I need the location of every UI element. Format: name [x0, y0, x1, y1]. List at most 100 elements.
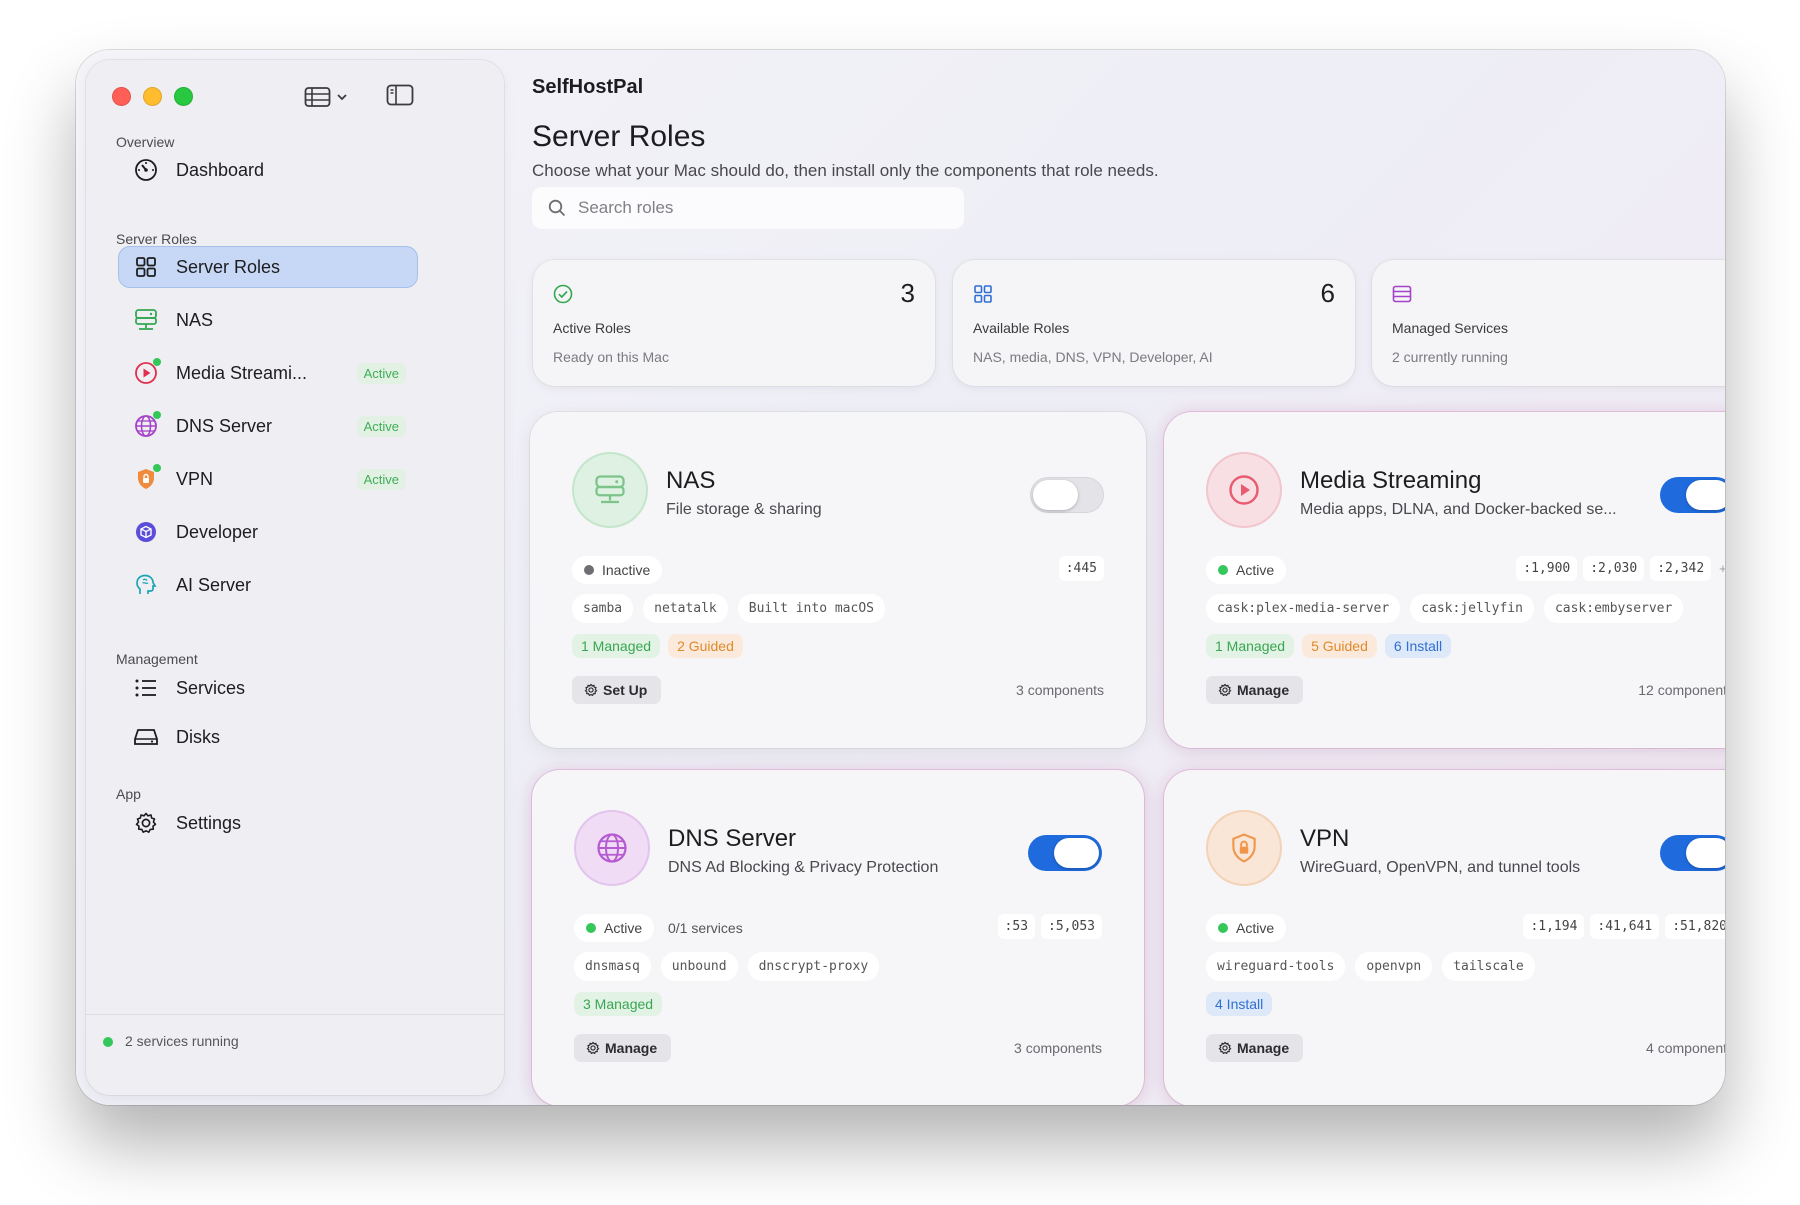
button-label: Manage [605, 1040, 658, 1056]
page-title: Server Roles [532, 120, 706, 153]
role-description: DNS Ad Blocking & Privacy Protection [668, 859, 939, 876]
manage-button[interactable]: Manage [1206, 1034, 1304, 1062]
stat-value: 3 [900, 278, 915, 308]
role-description: WireGuard, OpenVPN, and tunnel tools [1300, 859, 1581, 876]
sidebar-footer: 2 services running [86, 1014, 504, 1064]
role-enable-toggle[interactable] [1660, 477, 1725, 513]
page-subtitle: Choose what your Mac should do, then ins… [532, 161, 1159, 180]
disk-drive-icon [132, 723, 160, 751]
sidebar-item-media-streaming[interactable]: Media Streami... Active [118, 352, 418, 394]
component-count: 12 components [1638, 682, 1725, 698]
lock-shield-icon [132, 464, 161, 493]
cube-icon [132, 518, 160, 546]
sidebar-toggle-button[interactable] [386, 84, 414, 108]
sidebar-item-developer[interactable]: Developer [118, 511, 418, 553]
sidebar-item-label: NAS [176, 309, 214, 330]
role-enable-toggle[interactable] [1030, 477, 1104, 513]
status-badge: Active [1206, 556, 1287, 584]
port-chip: :1,900 [1516, 556, 1578, 581]
button-label: Manage [1237, 682, 1290, 698]
managed-tag: 3 Managed [574, 992, 663, 1016]
managed-tag: 1 Managed [1206, 634, 1295, 658]
role-name: NAS [666, 467, 716, 494]
stat-title: Managed Services [1392, 320, 1508, 336]
port-chip: :53 [997, 914, 1036, 939]
role-card-media-streaming: Media Streaming Media apps, DLNA, and Do… [1164, 412, 1725, 748]
stat-subtitle: Ready on this Mac [553, 349, 669, 365]
play-circle-icon [1206, 452, 1282, 528]
nas-drive-icon [572, 452, 648, 528]
checkmark-circle-icon [553, 284, 573, 304]
stat-card-available-roles: 6 Available Roles NAS, media, DNS, VPN, … [953, 260, 1355, 386]
sidebar-item-ai-server[interactable]: AI Server [118, 564, 418, 606]
close-window-button[interactable] [112, 87, 131, 106]
gear-icon [584, 683, 598, 697]
status-dot [1218, 923, 1228, 933]
running-indicator [153, 411, 161, 419]
port-list: :445 [1058, 556, 1104, 581]
sidebar-item-label: AI Server [176, 574, 252, 595]
sidebar-item-label: Dashboard [176, 159, 265, 180]
status-badge: Active [574, 914, 655, 942]
sidebar-item-disks[interactable]: Disks [118, 716, 418, 758]
set-up-button[interactable]: Set Up [572, 676, 662, 704]
role-name: DNS Server [668, 825, 797, 852]
sidebar-item-nas[interactable]: NAS [118, 299, 418, 341]
component-count: 4 components [1646, 1040, 1725, 1056]
package-chip: cask:jellyfin [1410, 594, 1534, 623]
status-dot [103, 1037, 113, 1047]
stat-title: Active Roles [553, 320, 631, 336]
running-indicator [153, 358, 161, 366]
services-running-status: 2 services running [125, 1033, 239, 1049]
manage-button[interactable]: Manage [574, 1034, 672, 1062]
package-chip: openvpn [1355, 952, 1433, 981]
section-label-server-roles: Server Roles [116, 231, 197, 247]
sidebar: Overview Dashboard Server Roles Server R… [86, 60, 504, 1095]
globe-icon [574, 810, 650, 886]
status-badge: Active [356, 363, 406, 384]
role-enable-toggle[interactable] [1028, 835, 1102, 871]
role-enable-toggle[interactable] [1660, 835, 1725, 871]
play-circle-icon [132, 358, 161, 387]
zoom-window-button[interactable] [174, 87, 193, 106]
sidebar-item-label: VPN [176, 468, 214, 489]
sidebar-item-services[interactable]: Services [118, 667, 418, 709]
search-field[interactable] [532, 187, 964, 229]
package-list: samba netatalk Built into macOS [572, 594, 885, 623]
search-input[interactable] [578, 198, 938, 218]
sidebar-item-settings[interactable]: Settings [118, 802, 418, 844]
status-text: Active [604, 920, 643, 936]
role-card-nas: NAS File storage & sharing Inactive :445… [530, 412, 1146, 748]
sidebar-item-server-roles[interactable]: Server Roles [118, 246, 418, 288]
stat-subtitle: NAS, media, DNS, VPN, Developer, AI [973, 349, 1213, 365]
status-badge: Active [1206, 914, 1287, 942]
component-tags: 4 Install [1206, 992, 1273, 1016]
package-chip: Built into macOS [737, 594, 885, 623]
package-list: cask:plex-media-server cask:jellyfin cas… [1206, 594, 1684, 623]
install-tag: 6 Install [1384, 634, 1452, 658]
component-tags: 1 Managed 5 Guided 6 Install [1206, 634, 1452, 658]
port-chip: :445 [1058, 556, 1104, 581]
package-chip: unbound [660, 952, 738, 981]
status-text: Active [1236, 920, 1275, 936]
sidebar-item-dashboard[interactable]: Dashboard [118, 149, 418, 191]
role-name: VPN [1300, 825, 1350, 852]
grid-icon [132, 253, 160, 281]
stat-value: 6 [1320, 278, 1335, 308]
stat-card-active-roles: 3 Active Roles Ready on this Mac [533, 260, 935, 386]
manage-button[interactable]: Manage [1206, 676, 1304, 704]
section-label-overview: Overview [116, 134, 175, 150]
grid-icon [974, 285, 992, 303]
minimize-window-button[interactable] [143, 87, 162, 106]
sidebar-item-label: Disks [176, 726, 220, 747]
app-title: SelfHostPal [532, 76, 644, 98]
view-options-button[interactable] [304, 84, 352, 110]
toggle-knob [1054, 838, 1099, 868]
search-icon [548, 199, 566, 217]
sidebar-item-dns-server[interactable]: DNS Server Active [118, 405, 418, 447]
nas-drive-icon [132, 306, 160, 334]
port-chip: :51,820 [1665, 914, 1725, 939]
sidebar-item-vpn[interactable]: VPN Active [118, 458, 418, 500]
port-list: :1,900 :2,030 :2,342 +9 [1516, 556, 1725, 581]
sidebar-item-label: Server Roles [176, 256, 281, 277]
